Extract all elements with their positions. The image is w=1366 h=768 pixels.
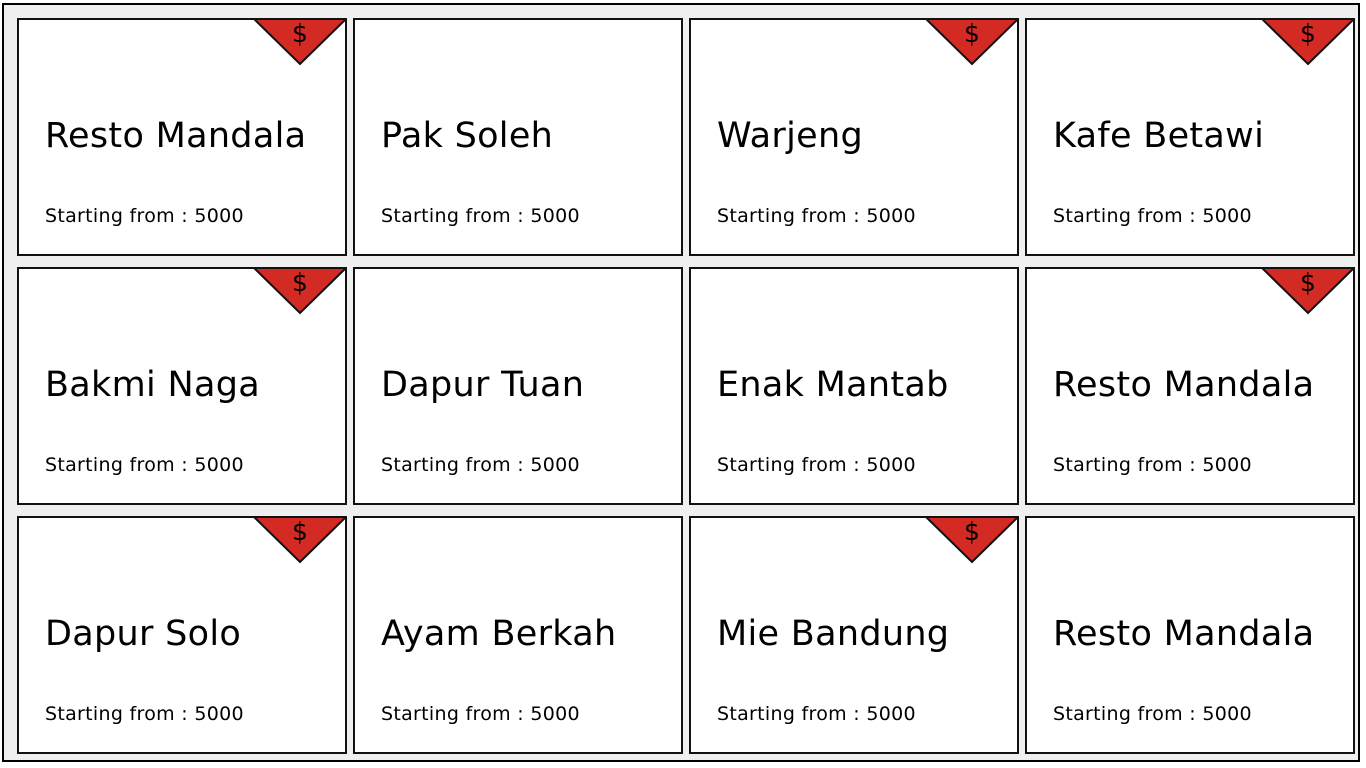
promo-badge: $ [253, 268, 345, 315]
starting-price: Starting from : 5000 [381, 454, 580, 476]
restaurant-name: Ayam Berkah [381, 614, 617, 654]
dollar-icon: $ [292, 517, 308, 546]
restaurant-card[interactable]: $ Dapur Tuan Starting from : 5000 [353, 267, 683, 505]
starting-price: Starting from : 5000 [45, 205, 244, 227]
restaurant-name: Resto Mandala [45, 116, 307, 156]
restaurant-card[interactable]: $ Enak Mantab Starting from : 5000 [689, 267, 1019, 505]
restaurant-grid: $ Resto Mandala Starting from : 5000 $ P… [17, 18, 1355, 754]
promo-badge: $ [253, 19, 345, 66]
starting-price: Starting from : 5000 [381, 205, 580, 227]
starting-price: Starting from : 5000 [45, 454, 244, 476]
dollar-icon: $ [964, 19, 980, 48]
starting-price: Starting from : 5000 [1053, 205, 1252, 227]
promo-badge: $ [253, 517, 345, 564]
restaurant-list-container: $ Resto Mandala Starting from : 5000 $ P… [2, 3, 1360, 762]
dollar-icon: $ [292, 19, 308, 48]
starting-price: Starting from : 5000 [45, 703, 244, 725]
restaurant-name: Enak Mantab [717, 365, 949, 405]
restaurant-name: Kafe Betawi [1053, 116, 1265, 156]
starting-price: Starting from : 5000 [1053, 454, 1252, 476]
restaurant-card[interactable]: $ Bakmi Naga Starting from : 5000 [17, 267, 347, 505]
restaurant-name: Bakmi Naga [45, 365, 260, 405]
promo-badge: $ [925, 19, 1017, 66]
restaurant-name: Mie Bandung [717, 614, 950, 654]
promo-badge: $ [1261, 268, 1353, 315]
dollar-icon: $ [292, 268, 308, 297]
starting-price: Starting from : 5000 [381, 703, 580, 725]
restaurant-card[interactable]: $ Resto Mandala Starting from : 5000 [17, 18, 347, 256]
restaurant-card[interactable]: $ Mie Bandung Starting from : 5000 [689, 516, 1019, 754]
dollar-icon: $ [964, 517, 980, 546]
restaurant-card[interactable]: $ Resto Mandala Starting from : 5000 [1025, 267, 1355, 505]
restaurant-card[interactable]: $ Pak Soleh Starting from : 5000 [353, 18, 683, 256]
starting-price: Starting from : 5000 [717, 454, 916, 476]
restaurant-name: Pak Soleh [381, 116, 554, 156]
promo-badge: $ [1261, 19, 1353, 66]
restaurant-card[interactable]: $ Warjeng Starting from : 5000 [689, 18, 1019, 256]
starting-price: Starting from : 5000 [1053, 703, 1252, 725]
starting-price: Starting from : 5000 [717, 205, 916, 227]
starting-price: Starting from : 5000 [717, 703, 916, 725]
dollar-icon: $ [1300, 19, 1316, 48]
dollar-icon: $ [1300, 268, 1316, 297]
restaurant-name: Resto Mandala [1053, 614, 1315, 654]
restaurant-name: Dapur Tuan [381, 365, 585, 405]
restaurant-card[interactable]: $ Resto Mandala Starting from : 5000 [1025, 516, 1355, 754]
restaurant-name: Resto Mandala [1053, 365, 1315, 405]
restaurant-card[interactable]: $ Dapur Solo Starting from : 5000 [17, 516, 347, 754]
restaurant-card[interactable]: $ Kafe Betawi Starting from : 5000 [1025, 18, 1355, 256]
restaurant-name: Warjeng [717, 116, 863, 156]
promo-badge: $ [925, 517, 1017, 564]
restaurant-name: Dapur Solo [45, 614, 242, 654]
restaurant-card[interactable]: $ Ayam Berkah Starting from : 5000 [353, 516, 683, 754]
